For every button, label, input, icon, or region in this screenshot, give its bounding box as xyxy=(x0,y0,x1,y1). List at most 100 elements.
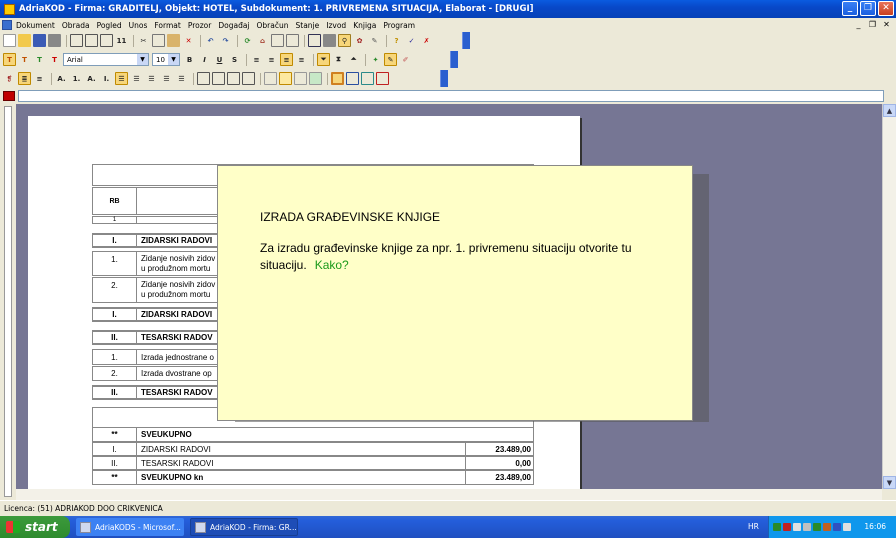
document-menu-icon[interactable] xyxy=(2,20,12,30)
close-button[interactable]: ✕ xyxy=(878,1,894,16)
format-list-icon[interactable]: ≣ xyxy=(18,72,31,85)
number-1-icon[interactable]: 1. xyxy=(70,72,83,85)
taskbar-item-adriakod[interactable]: AdriaKOD - Firma: GR... xyxy=(190,518,298,536)
zoom-icon[interactable] xyxy=(85,34,98,47)
delete-icon[interactable]: ✕ xyxy=(182,34,195,47)
text-style-t4-icon[interactable]: T xyxy=(48,53,61,66)
frame-blue-icon[interactable] xyxy=(346,72,359,85)
font-size-select[interactable]: 10 ▼ xyxy=(152,53,180,66)
horizontal-scrollbar[interactable] xyxy=(16,489,882,500)
formula-input[interactable] xyxy=(18,90,884,102)
fill-yellow-icon[interactable] xyxy=(279,72,292,85)
zoom-page-icon[interactable] xyxy=(100,34,113,47)
minimize-button[interactable]: _ xyxy=(842,1,858,16)
vertical-scrollbar[interactable]: ▲ ▼ xyxy=(882,104,896,489)
menu-pogled[interactable]: Pogled xyxy=(97,21,122,30)
paragraph-icon[interactable]: ≡ xyxy=(33,72,46,85)
menu-knjiga[interactable]: Knjiga xyxy=(353,21,376,30)
chevron-down-icon[interactable]: ▼ xyxy=(137,54,148,65)
underline-icon[interactable]: U xyxy=(213,53,226,66)
summary-row[interactable]: ** SVEUKUPNO xyxy=(92,427,534,442)
paint-icon[interactable]: ✦ xyxy=(369,53,382,66)
menu-unos[interactable]: Unos xyxy=(129,21,148,30)
maximize-button[interactable]: ❐ xyxy=(860,1,876,16)
menu-program[interactable]: Program xyxy=(383,21,415,30)
page-setup-icon[interactable] xyxy=(227,72,240,85)
zoom-level-icon[interactable]: 11 xyxy=(115,34,128,47)
list-bullet-icon[interactable]: ☰ xyxy=(130,72,143,85)
help-link-kako[interactable]: Kako? xyxy=(315,258,349,272)
outdent-icon[interactable]: ☰ xyxy=(160,72,173,85)
scroll-down-icon[interactable]: ▼ xyxy=(883,476,896,489)
pencil-icon[interactable]: ✎ xyxy=(384,53,397,66)
valign-top-icon[interactable]: ⏶ xyxy=(347,53,360,66)
font-a2-icon[interactable]: A. xyxy=(85,72,98,85)
menu-stanje[interactable]: Stanje xyxy=(296,21,320,30)
bold-icon[interactable]: B xyxy=(183,53,196,66)
search-icon[interactable]: ⚲ xyxy=(338,34,351,47)
italic-icon[interactable]: I xyxy=(198,53,211,66)
strike-icon[interactable]: S xyxy=(228,53,241,66)
summary-row[interactable]: II. TESARSKI RADOVI 0,00 xyxy=(92,456,534,470)
menu-obracun[interactable]: Obračun xyxy=(257,21,289,30)
mdi-minimize-icon[interactable]: _ xyxy=(853,19,864,29)
tray-icon[interactable] xyxy=(823,523,831,531)
tray-icon[interactable] xyxy=(773,523,781,531)
open-folder-icon[interactable] xyxy=(18,34,31,47)
tray-icon[interactable] xyxy=(833,523,841,531)
menu-dogadaj[interactable]: Događaj xyxy=(218,21,249,30)
page-icon[interactable] xyxy=(197,72,210,85)
fill-white-icon[interactable] xyxy=(294,72,307,85)
tray-icon[interactable] xyxy=(803,523,811,531)
menu-format[interactable]: Format xyxy=(154,21,180,30)
language-indicator[interactable]: HR xyxy=(748,522,759,531)
calculator-icon[interactable] xyxy=(323,34,336,47)
tray-icon[interactable] xyxy=(843,523,851,531)
redo-icon[interactable]: ↷ xyxy=(219,34,232,47)
print-preview-icon[interactable] xyxy=(70,34,83,47)
cancel-icon[interactable]: ✗ xyxy=(420,34,433,47)
save-icon[interactable] xyxy=(33,34,46,47)
align-right-icon[interactable]: ≡ xyxy=(280,53,293,66)
frame-teal-icon[interactable] xyxy=(361,72,374,85)
clock[interactable]: 16:06 xyxy=(864,522,886,531)
list-numbered-icon[interactable]: ☰ xyxy=(115,72,128,85)
menu-prozor[interactable]: Prozor xyxy=(188,21,212,30)
tools-icon[interactable]: ✎ xyxy=(368,34,381,47)
scroll-up-icon[interactable]: ▲ xyxy=(883,104,896,117)
align-center-icon[interactable]: ≡ xyxy=(265,53,278,66)
window-icon[interactable] xyxy=(308,34,321,47)
valign-bottom-icon[interactable]: ⏷ xyxy=(317,53,330,66)
mdi-close-icon[interactable]: ✕ xyxy=(881,19,892,29)
print-icon[interactable] xyxy=(48,34,61,47)
paste-icon[interactable] xyxy=(167,34,180,47)
summary-row[interactable]: ** SVEUKUPNO kn 23.489,00 xyxy=(92,470,534,485)
chevron-down-icon[interactable]: ▼ xyxy=(168,54,179,65)
spacing-icon[interactable]: ☰ xyxy=(175,72,188,85)
fill-green-icon[interactable] xyxy=(309,72,322,85)
taskbar-item-access[interactable]: AdriaKODS - Microsof... xyxy=(76,518,184,536)
border-none-icon[interactable] xyxy=(264,72,277,85)
copy-icon[interactable] xyxy=(152,34,165,47)
valign-middle-icon[interactable]: ⧗ xyxy=(332,53,345,66)
start-button[interactable]: start xyxy=(0,516,70,538)
menu-obrada[interactable]: Obrada xyxy=(62,21,90,30)
menu-dokument[interactable]: Dokument xyxy=(16,21,55,30)
justify-icon[interactable]: ≡ xyxy=(295,53,308,66)
refresh-icon[interactable]: ⟳ xyxy=(241,34,254,47)
eraser-icon[interactable]: ✐ xyxy=(399,53,412,66)
menu-izvod[interactable]: Izvod xyxy=(326,21,346,30)
text-style-t3-icon[interactable]: T xyxy=(33,53,46,66)
home-icon[interactable]: ⌂ xyxy=(256,34,269,47)
new-icon[interactable] xyxy=(3,34,16,47)
mail-icon[interactable] xyxy=(271,34,284,47)
help-icon[interactable]: ? xyxy=(390,34,403,47)
text-style-t2-icon[interactable]: T xyxy=(18,53,31,66)
tray-icon[interactable] xyxy=(783,523,791,531)
tray-icon[interactable] xyxy=(793,523,801,531)
page-break-icon[interactable] xyxy=(212,72,225,85)
style-icon[interactable]: ❡ xyxy=(3,72,16,85)
font-a1-icon[interactable]: A. xyxy=(55,72,68,85)
align-left-icon[interactable]: ≡ xyxy=(250,53,263,66)
cut-icon[interactable]: ✂ xyxy=(137,34,150,47)
